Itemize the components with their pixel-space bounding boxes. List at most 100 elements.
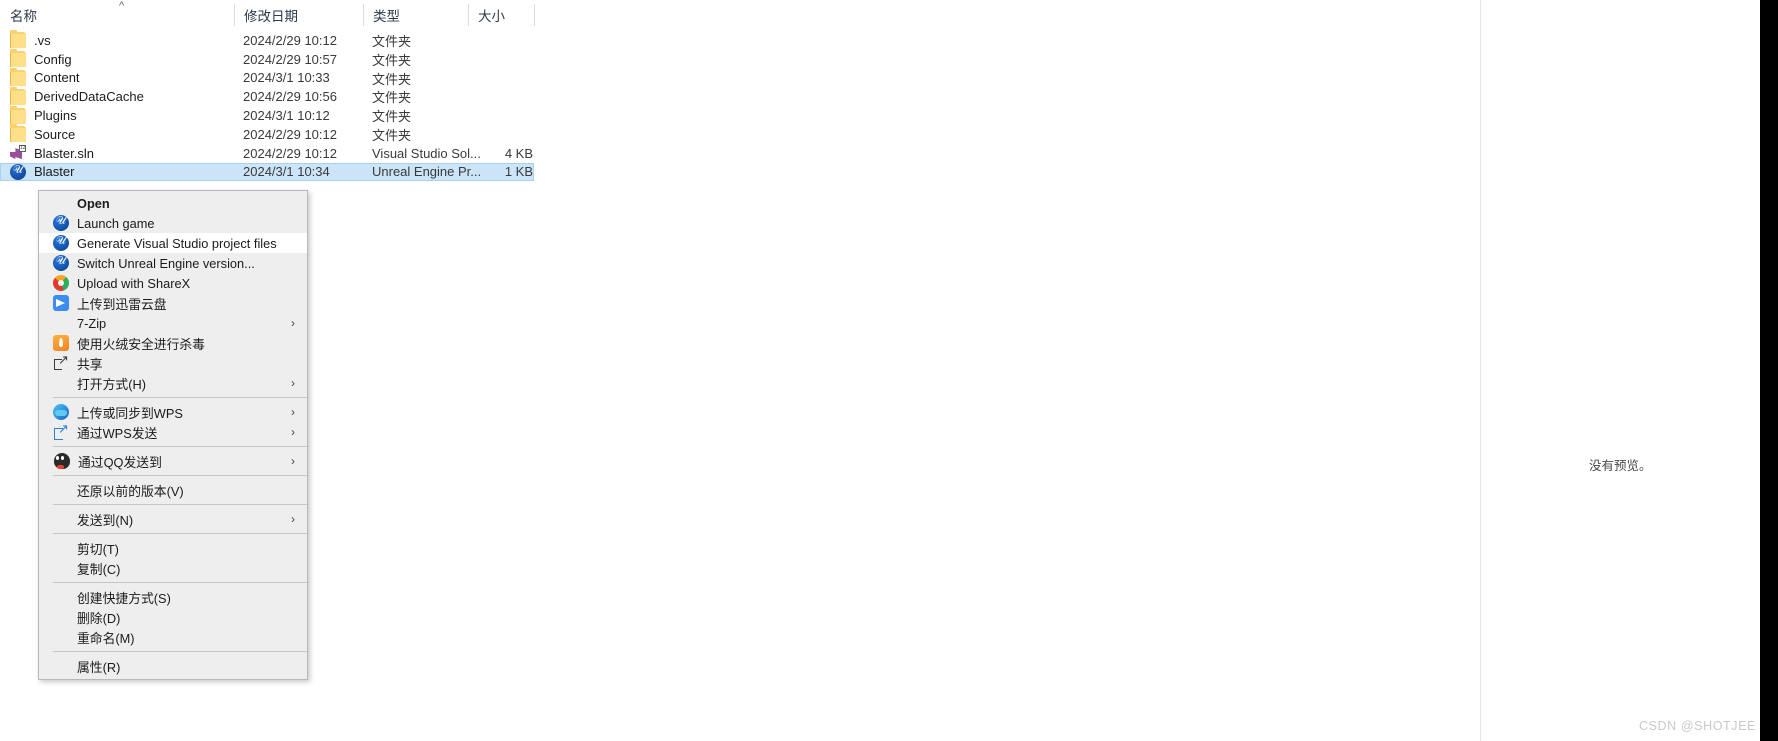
- column-header-size[interactable]: 大小: [468, 0, 534, 30]
- menu-item-label: 复制(C): [77, 561, 121, 577]
- menu-item-label: 发送到(N): [77, 512, 134, 528]
- column-header-date[interactable]: 修改日期: [234, 0, 363, 30]
- folder-icon: [10, 67, 26, 86]
- cell-type: 文件夹: [372, 71, 412, 87]
- menu-item-label: 属性(R): [77, 659, 121, 675]
- menu-item[interactable]: 复制(C): [39, 558, 307, 578]
- table-row[interactable]: .vs 2024/2/29 10:12 文件夹: [0, 30, 1480, 50]
- vs-badge: 12: [19, 145, 26, 153]
- context-menu: Open Launch game Generate Visual Studio pr…: [38, 190, 308, 680]
- menu-item-label: 剪切(T): [77, 541, 119, 557]
- menu-item-label: Switch Unreal Engine version...: [77, 255, 255, 271]
- cell-size: [455, 31, 533, 50]
- sort-ascending-icon: ^: [119, 0, 125, 12]
- explorer-window: 名称 ^ 修改日期 类型 大小 .vs 2024/2/29 10:12 文件夹 Con…: [0, 0, 1778, 741]
- watermark-label: CSDN @SHOTJEE: [1638, 719, 1756, 733]
- cell-type: 文件夹: [372, 52, 412, 68]
- table-row[interactable]: Config 2024/2/29 10:57 文件夹: [0, 49, 1480, 69]
- column-header-date-label: 修改日期: [244, 9, 298, 24]
- no-icon-placeholder: [53, 560, 69, 576]
- menu-item[interactable]: 上传到迅雷云盘: [39, 293, 307, 313]
- huorong-icon: [53, 335, 69, 351]
- menu-item-label: 上传或同步到WPS: [77, 405, 183, 421]
- table-row[interactable]: DerivedDataCache 2024/2/29 10:56 文件夹: [0, 86, 1480, 106]
- menu-item[interactable]: 通过WPS发送 ›: [39, 421, 307, 442]
- table-row[interactable]: 12 Blaster.sln 2024/2/29 10:12 Visual Studi…: [0, 144, 1480, 163]
- menu-item-label: 共享: [77, 356, 103, 372]
- qq-icon: [54, 453, 70, 469]
- menu-separator: [53, 582, 307, 583]
- cell-size: [455, 69, 533, 88]
- menu-item[interactable]: 还原以前的版本(V): [39, 480, 307, 500]
- no-icon-placeholder: [53, 609, 69, 625]
- cell-name: Content: [10, 67, 80, 88]
- cell-type: 文件夹: [372, 90, 412, 106]
- menu-item-label: 通过WPS发送: [77, 425, 158, 441]
- unreal-engine-icon: [10, 163, 26, 180]
- no-icon-placeholder: [53, 540, 69, 556]
- cell-type: 文件夹: [372, 109, 412, 125]
- menu-item[interactable]: 上传或同步到WPS ›: [39, 402, 307, 422]
- menu-item-label: 打开方式(H): [77, 376, 146, 392]
- menu-item-label: 上传到迅雷云盘: [77, 296, 167, 312]
- cell-name: .vs: [10, 30, 51, 50]
- menu-item[interactable]: Switch Unreal Engine version...: [39, 253, 307, 273]
- cell-date-modified: 2024/2/29 10:12: [243, 145, 337, 161]
- no-icon-placeholder: [53, 511, 69, 527]
- menu-item[interactable]: 剪切(T): [39, 538, 307, 558]
- menu-item[interactable]: Open: [39, 193, 307, 213]
- menu-item[interactable]: 重命名(M): [39, 627, 307, 647]
- menu-item[interactable]: Upload with ShareX: [39, 273, 307, 293]
- file-rows: .vs 2024/2/29 10:12 文件夹 Config 2024/2/29 10:…: [0, 30, 1480, 182]
- table-row[interactable]: Blaster2024/3/1 10:34Unreal Engine Pr...…: [0, 162, 1480, 182]
- file-name-label: Blaster.sln: [34, 145, 94, 161]
- menu-item[interactable]: 属性(R): [39, 656, 307, 676]
- cell-date-modified: 2024/2/29 10:57: [243, 51, 337, 67]
- menu-item-label: Upload with ShareX: [77, 275, 191, 291]
- menu-item-label: Generate Visual Studio project files: [77, 235, 277, 251]
- cell-size: [455, 125, 533, 144]
- column-header-row: 名称 ^ 修改日期 类型 大小: [0, 0, 1480, 30]
- menu-item[interactable]: 共享: [39, 352, 307, 373]
- menu-item-label: 7-Zip: [77, 315, 107, 331]
- menu-item-label: 使用火绒安全进行杀毒: [77, 336, 205, 352]
- menu-separator: [53, 504, 307, 505]
- chevron-right-icon: ›: [291, 425, 295, 439]
- table-row[interactable]: Source 2024/2/29 10:12 文件夹: [0, 124, 1480, 144]
- menu-item[interactable]: Generate Visual Studio project files: [39, 233, 307, 253]
- menu-item[interactable]: 打开方式(H) ›: [39, 373, 307, 393]
- wps-cloud-icon: [53, 404, 69, 420]
- menu-item[interactable]: 7-Zip ›: [39, 313, 307, 333]
- share-icon: [53, 352, 69, 371]
- menu-item[interactable]: 通过QQ发送到 ›: [39, 451, 307, 471]
- unreal-engine-icon: [53, 234, 69, 251]
- preview-empty-message: 没有预览。: [1589, 459, 1652, 473]
- menu-item[interactable]: 创建快捷方式(S): [39, 587, 307, 607]
- table-row[interactable]: Content 2024/3/1 10:33 文件夹: [0, 67, 1480, 88]
- cell-name: DerivedDataCache: [10, 86, 144, 106]
- menu-item[interactable]: 删除(D): [39, 607, 307, 627]
- menu-item[interactable]: Launch game: [39, 213, 307, 233]
- table-row[interactable]: Plugins 2024/3/1 10:12 文件夹: [0, 105, 1480, 125]
- cell-name: Config: [10, 49, 72, 69]
- chevron-right-icon: ›: [291, 512, 295, 526]
- cell-date-modified: 2024/2/29 10:56: [243, 89, 337, 105]
- menu-item[interactable]: 发送到(N) ›: [39, 509, 307, 529]
- chevron-right-icon: ›: [291, 405, 295, 419]
- menu-item-label: 通过QQ发送到: [78, 454, 162, 470]
- menu-item-label: Launch game: [77, 215, 155, 231]
- column-divider-4[interactable]: [534, 4, 535, 26]
- menu-item[interactable]: 使用火绒安全进行杀毒: [39, 333, 307, 353]
- no-icon-placeholder: [53, 195, 69, 211]
- menu-separator: [53, 533, 307, 534]
- column-header-type[interactable]: 类型: [363, 0, 468, 30]
- cell-date-modified: 2024/3/1 10:33: [243, 70, 330, 86]
- cell-size: [455, 87, 533, 106]
- file-name-label: .vs: [34, 32, 51, 48]
- cell-name: Plugins: [10, 105, 77, 125]
- cell-type: 文件夹: [372, 127, 412, 143]
- cell-size: [455, 106, 533, 125]
- file-name-label: Source: [34, 126, 76, 142]
- no-icon-placeholder: [53, 589, 69, 605]
- file-name-label: DerivedDataCache: [34, 89, 144, 105]
